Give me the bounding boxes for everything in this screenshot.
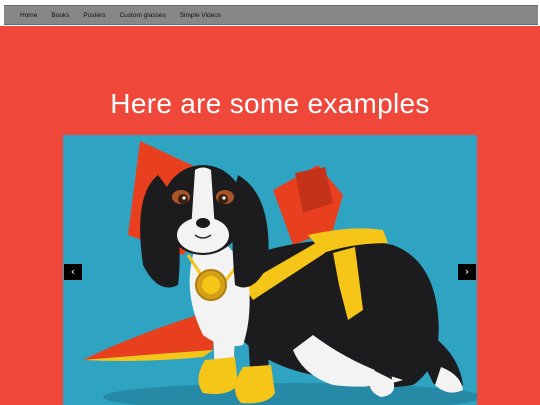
nav-item-books[interactable]: Books [51, 12, 69, 19]
nav-item-custom-glasses[interactable]: Custom glasses [119, 12, 165, 19]
nav-item-simple-videos[interactable]: Simple Videos [180, 12, 221, 19]
top-bar: Home Books Posters Custom glasses Simple… [0, 0, 540, 26]
hero-title: Here are some examples [110, 88, 430, 119]
nav-item-posters[interactable]: Posters [83, 12, 105, 19]
page: Home Books Posters Custom glasses Simple… [0, 0, 540, 405]
main-nav: Home Books Posters Custom glasses Simple… [4, 5, 538, 25]
carousel-prev-button[interactable]: ‹ [64, 264, 82, 280]
carousel-next-button[interactable]: › [458, 264, 476, 280]
nav-item-home[interactable]: Home [20, 12, 37, 19]
dog-in-cape-illustration [83, 141, 477, 405]
carousel [63, 135, 477, 405]
